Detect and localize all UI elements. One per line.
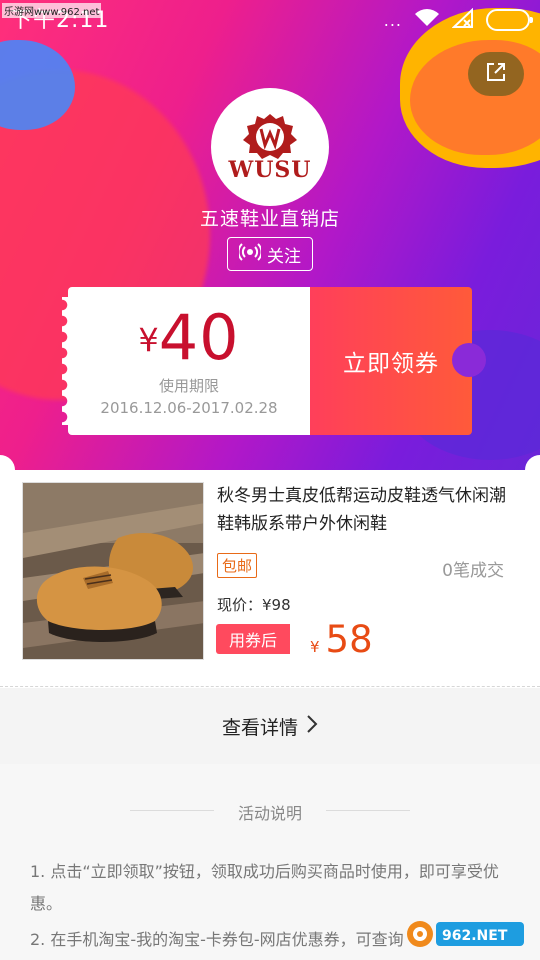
follow-label: 关注 — [267, 246, 301, 267]
current-price: 现价：¥98 — [217, 596, 291, 614]
final-price-value: 58 — [325, 618, 373, 661]
final-currency: ¥ — [310, 638, 320, 656]
share-button[interactable] — [468, 52, 524, 96]
site-watermark: 962.NET — [406, 914, 526, 954]
divider — [326, 810, 410, 811]
source-watermark: 乐游网www.962.net — [2, 3, 102, 18]
coupon-period-label: 使用期限 — [158, 377, 219, 395]
notification-dots-icon: ... — [383, 10, 402, 30]
claim-coupon-button[interactable]: 立即领券 — [310, 287, 486, 435]
free-shipping-badge: 包邮 — [217, 553, 258, 578]
chevron-right-icon — [306, 714, 318, 738]
sales-count: 0笔成交 — [442, 561, 504, 581]
watermark-text: 962.NET — [442, 928, 508, 944]
battery-icon — [486, 9, 533, 31]
view-details-button[interactable]: 查看详情 — [0, 688, 540, 764]
activity-item: 1. 点击“立即领取”按钮，领取成功后购买商品时使用，即可享受优惠。 — [30, 862, 499, 913]
status-bar: 乐游网www.962.net 下午2:11 ... — [0, 0, 540, 38]
share-icon — [485, 61, 507, 87]
view-details-label: 查看详情 — [221, 716, 298, 739]
product-title[interactable]: 秋冬男士真皮低帮运动皮鞋透气休闲潮鞋韩版系带户外休闲鞋 — [217, 482, 517, 538]
coupon-period: 2016.12.06-2017.02.28 — [100, 399, 278, 417]
coupon-amount: ¥40 — [68, 301, 310, 374]
wifi-icon — [414, 8, 440, 32]
coupon-notch — [452, 343, 486, 377]
signal-off-icon — [451, 7, 474, 32]
coupon-info: ¥40 使用期限 2016.12.06-2017.02.28 — [62, 287, 310, 435]
after-coupon-badge: 用券后 — [216, 624, 290, 654]
shop-logo-text: WUSU — [228, 157, 312, 183]
status-icons: ... — [383, 7, 533, 32]
activity-title: 活动说明 — [237, 804, 302, 823]
coupon-currency: ¥ — [138, 321, 159, 359]
activity-header: 活动说明 — [0, 800, 540, 823]
shop-name: 五速鞋业直销店 — [199, 208, 340, 230]
product-image[interactable] — [22, 482, 204, 660]
follow-button[interactable]: 关注 — [227, 237, 313, 271]
final-price: ¥58 — [310, 618, 373, 661]
coupon-value: 40 — [158, 301, 240, 374]
coupon-card: ¥40 使用期限 2016.12.06-2017.02.28 立即领券 — [62, 287, 486, 435]
shop-logo-emblem-icon — [243, 114, 297, 159]
shop-logo[interactable]: WUSU — [211, 88, 329, 206]
divider — [0, 686, 540, 687]
claim-coupon-label: 立即领券 — [343, 351, 439, 377]
broadcast-icon — [237, 242, 263, 266]
